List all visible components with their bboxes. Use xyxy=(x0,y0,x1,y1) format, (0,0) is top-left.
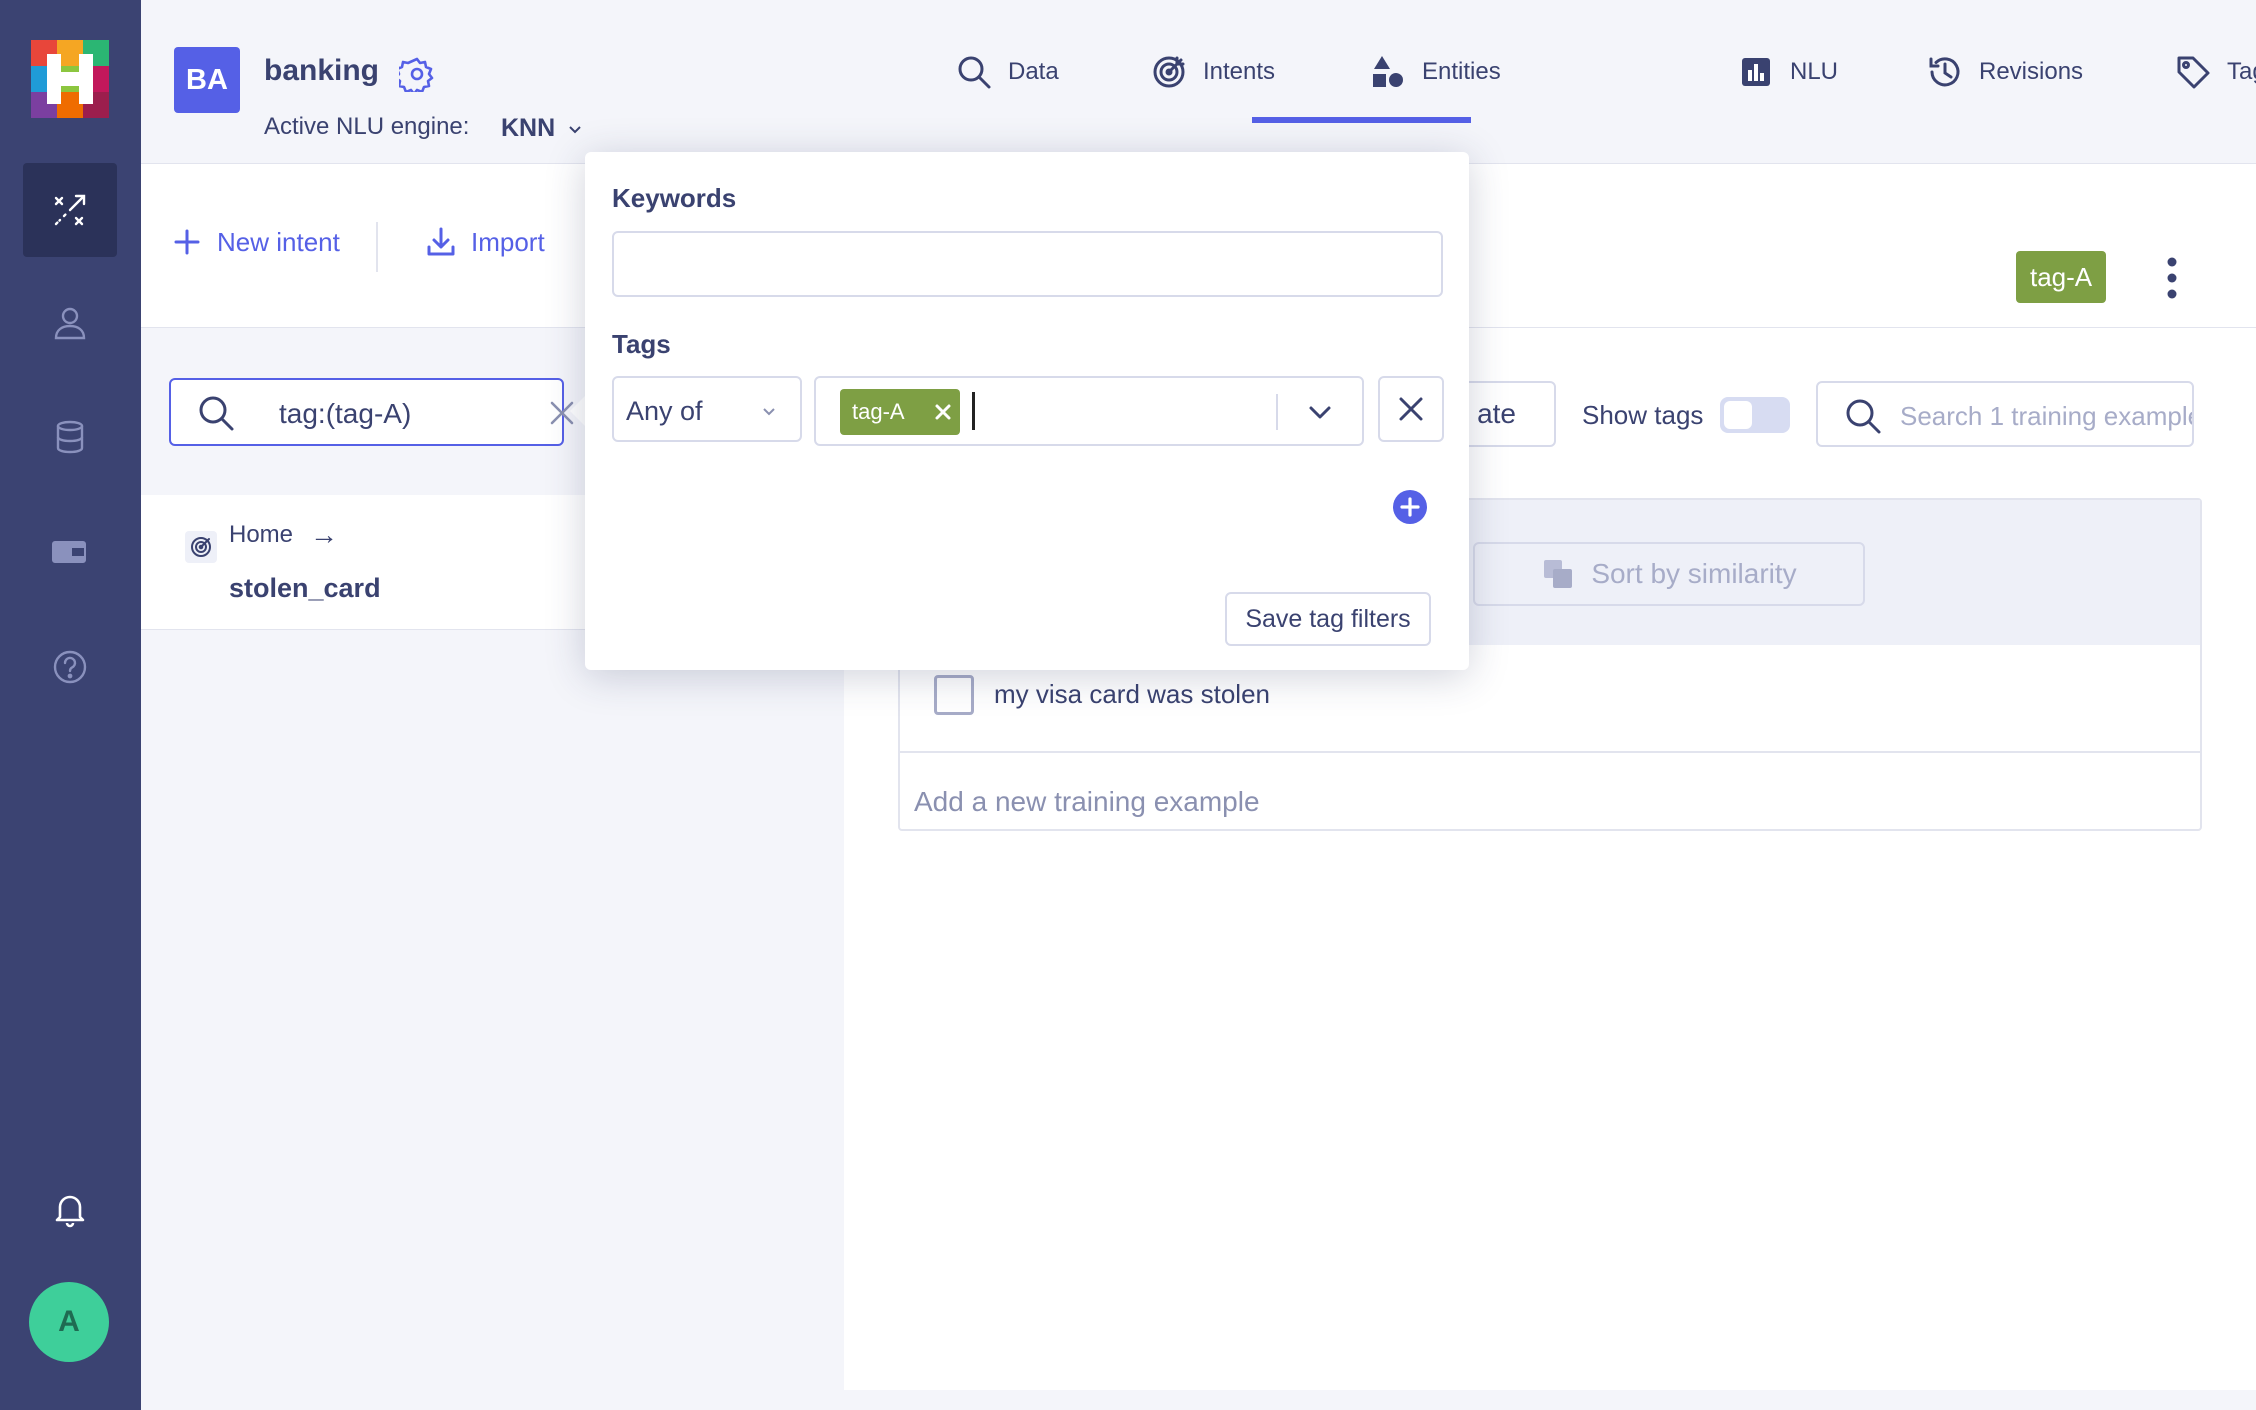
row-checkbox[interactable] xyxy=(934,675,974,715)
sort-by-similarity-button[interactable]: Sort by similarity xyxy=(1473,542,1865,606)
user-icon xyxy=(54,307,86,340)
intent-node-icon-wrap xyxy=(185,531,217,563)
sort-by-similarity-label: Sort by similarity xyxy=(1591,558,1797,589)
show-tags-label: Show tags xyxy=(1582,400,1704,430)
intent-search-input[interactable]: tag:(tag-A) xyxy=(169,378,574,446)
generate-button-label: ate xyxy=(1477,398,1516,429)
save-tag-filters-button[interactable]: Save tag filters xyxy=(1225,592,1431,646)
database-icon xyxy=(56,420,84,454)
selected-tag-pill: tag-A xyxy=(840,389,960,435)
project-name: banking xyxy=(264,54,380,87)
new-intent-button[interactable]: New intent xyxy=(171,226,340,258)
toolbar-divider xyxy=(376,222,378,272)
wallet-icon xyxy=(52,541,86,563)
bell-icon xyxy=(55,1195,85,1228)
download-icon xyxy=(427,227,455,256)
breadcrumb-home[interactable]: Home xyxy=(229,521,293,549)
tab-nlu-label: NLU xyxy=(1790,58,1839,85)
tags-multiselect[interactable]: tag-A xyxy=(814,376,1364,446)
training-examples-search[interactable]: Search 1 training examples xyxy=(1816,381,2194,447)
show-tags-toggle[interactable] xyxy=(1720,397,1790,433)
intents-target-icon xyxy=(1153,56,1185,88)
tab-data[interactable]: Data xyxy=(956,50,1059,94)
intent-search-value: tag:(tag-A) xyxy=(279,398,412,429)
app-sidebar: A xyxy=(0,0,141,1410)
bar-chart-icon xyxy=(1742,58,1770,86)
help-circle-icon xyxy=(53,650,87,684)
tab-tags[interactable]: Tags xyxy=(2175,50,2256,94)
intents-target-icon xyxy=(191,537,211,557)
tab-tags-label: Tags xyxy=(2227,58,2256,85)
toggle-knob xyxy=(1724,401,1752,429)
text-caret xyxy=(972,392,975,430)
remove-tag-icon[interactable] xyxy=(932,401,954,423)
tab-entities[interactable]: Entities xyxy=(1370,50,1501,94)
new-intent-label: New intent xyxy=(217,226,340,257)
tab-entities-label: Entities xyxy=(1422,58,1501,85)
tab-revisions-label: Revisions xyxy=(1979,58,2084,85)
import-button[interactable]: Import xyxy=(425,226,545,258)
search-icon xyxy=(199,396,234,431)
app-logo[interactable] xyxy=(31,40,109,118)
import-label: Import xyxy=(471,226,545,257)
breadcrumb-arrow: → xyxy=(310,519,338,550)
match-mode-value: Any of xyxy=(626,396,703,426)
save-tag-filters-label: Save tag filters xyxy=(1245,604,1411,633)
top-header: BA banking Active NLU engine: KNN Data I… xyxy=(141,0,2256,164)
match-mode-select[interactable]: Any of xyxy=(612,376,802,442)
tags-label: Tags xyxy=(612,329,671,359)
tab-data-label: Data xyxy=(1008,58,1059,85)
close-icon xyxy=(1399,397,1423,421)
intent-item-stolen-card[interactable]: stolen_card xyxy=(229,573,381,604)
search-icon xyxy=(1846,399,1881,434)
nlu-engine-label: Active NLU engine: xyxy=(264,113,470,140)
more-vertical-icon[interactable] xyxy=(2152,254,2192,302)
tab-intents[interactable]: Intents xyxy=(1151,50,1275,94)
tab-revisions[interactable]: Revisions xyxy=(1927,50,2083,94)
chevron-down-icon xyxy=(763,408,775,416)
keywords-label: Keywords xyxy=(612,183,737,213)
intent-tag-badge[interactable]: tag-A xyxy=(2016,251,2107,303)
nlu-engine-select[interactable]: KNN xyxy=(501,114,555,143)
selected-tag-label: tag-A xyxy=(852,399,905,424)
select-divider xyxy=(1276,394,1278,430)
tab-intents-label: Intents xyxy=(1203,58,1276,85)
tag-icon xyxy=(2177,56,2210,89)
popover-arrow xyxy=(570,395,586,427)
chevron-down-icon[interactable] xyxy=(1306,398,1334,426)
sidebar-item-users[interactable] xyxy=(23,276,117,370)
user-avatar[interactable]: A xyxy=(29,1282,109,1362)
sidebar-item-billing[interactable] xyxy=(23,504,117,598)
training-examples-search-placeholder: Search 1 training examples xyxy=(1900,401,2194,431)
sidebar-item-data[interactable] xyxy=(23,390,117,484)
notifications-button[interactable] xyxy=(23,1162,117,1256)
clear-tag-filter-button[interactable] xyxy=(1378,376,1444,442)
copy-icon xyxy=(1544,560,1573,588)
keywords-input[interactable] xyxy=(612,231,1443,297)
stories-shuffle-icon xyxy=(54,194,86,226)
active-tab-indicator xyxy=(1252,117,1471,123)
tag-filter-popover: Keywords Tags Any of tag-A Save tag filt… xyxy=(585,152,1469,670)
project-badge[interactable]: BA xyxy=(174,47,240,113)
tab-nlu[interactable]: NLU xyxy=(1738,50,1838,94)
search-icon xyxy=(958,56,991,89)
training-example-text[interactable]: my visa card was stolen xyxy=(994,679,1270,710)
gear-icon[interactable] xyxy=(399,56,435,92)
sidebar-item-stories[interactable] xyxy=(23,163,117,257)
add-training-example-input[interactable]: Add a new training example xyxy=(914,786,1260,818)
add-filter-plus-icon[interactable] xyxy=(1392,489,1428,525)
shapes-icon xyxy=(1373,56,1403,87)
history-icon xyxy=(1929,57,1960,87)
sidebar-item-help[interactable] xyxy=(23,620,117,714)
chevron-down-icon[interactable] xyxy=(566,120,584,138)
plus-icon xyxy=(174,229,200,255)
